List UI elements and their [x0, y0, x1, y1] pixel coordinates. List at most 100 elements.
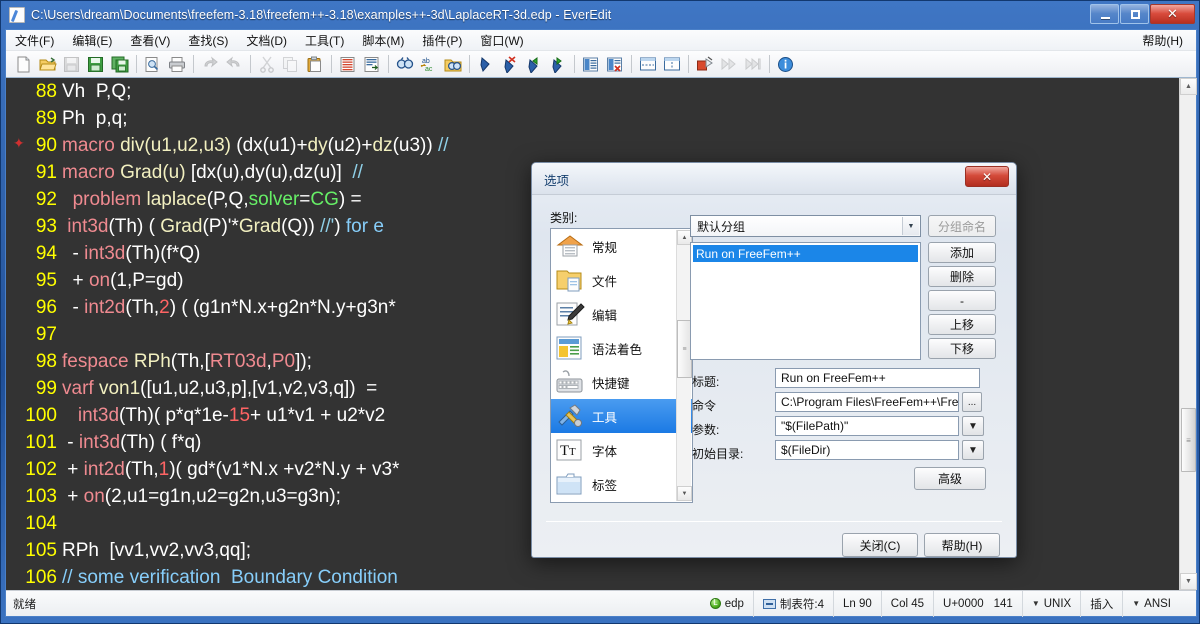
status-eol[interactable]: ▼ UNIX [1022, 591, 1080, 617]
category-item-3[interactable]: 语法着色 [551, 331, 692, 365]
print-icon[interactable] [165, 53, 188, 75]
print-preview-icon[interactable] [141, 53, 164, 75]
scrollbar-thumb[interactable]: ≡ [1181, 408, 1196, 472]
status-tabwidth[interactable]: 制表符:4 [753, 591, 833, 617]
category-list[interactable]: 常规文件编辑语法着色快捷键工具TT字体标签主题 ▲ ≡ ▼ [550, 228, 693, 503]
list-item[interactable]: Run on FreeFem++ [693, 245, 918, 262]
status-encoding[interactable]: ▼ ANSI [1122, 591, 1180, 617]
find-icon[interactable] [393, 53, 416, 75]
save-as-icon[interactable] [84, 53, 107, 75]
new-file-icon[interactable] [12, 53, 35, 75]
chevron-down-icon[interactable]: ▼ [902, 217, 919, 235]
about-info-icon[interactable] [774, 53, 797, 75]
find-in-files-icon[interactable] [441, 53, 464, 75]
dialog-close-action-button[interactable]: 关闭(C) [842, 533, 918, 557]
bookmark-next-icon[interactable] [546, 53, 569, 75]
category-item-5[interactable]: 工具 [551, 399, 692, 433]
category-item-6[interactable]: TT字体 [551, 433, 692, 467]
save-all-icon[interactable] [108, 53, 131, 75]
open-file-icon[interactable] [36, 53, 59, 75]
tool-list[interactable]: Run on FreeFem++ [690, 242, 921, 360]
code-token: int3d [79, 432, 120, 453]
delete-button[interactable]: 删除 [928, 266, 996, 287]
separator-button[interactable]: - [928, 290, 996, 311]
scroll-up-arrow-icon[interactable]: ▲ [1180, 78, 1197, 95]
group-combo[interactable]: 默认分组 ▼ [690, 215, 921, 237]
paste-icon[interactable] [303, 53, 326, 75]
code-token: + [62, 270, 89, 291]
menu-item-edit[interactable]: 编辑(E) [63, 30, 121, 51]
category-scroll-down-icon[interactable]: ▼ [677, 486, 692, 501]
menu-item-document[interactable]: 文档(D) [237, 30, 296, 51]
status-filetype[interactable]: edp [701, 591, 753, 617]
category-item-1[interactable]: 文件 [551, 263, 692, 297]
scroll-down-arrow-icon[interactable]: ▼ [1180, 573, 1197, 590]
menu-item-search[interactable]: 查找(S) [179, 30, 237, 51]
add-button[interactable]: 添加 [928, 242, 996, 263]
menu-item-macro[interactable]: 脚本(M) [353, 30, 413, 51]
toolbar-separator [631, 55, 632, 73]
category-item-2[interactable]: 编辑 [551, 297, 692, 331]
menu-item-file[interactable]: 文件(F) [6, 30, 63, 51]
chevron-down-icon: ▼ [1132, 599, 1140, 608]
menu-item-tools[interactable]: 工具(T) [296, 30, 353, 51]
command-browse-button[interactable]: ... [962, 392, 982, 412]
dialog-help-button[interactable]: 帮助(H) [924, 533, 1000, 557]
code-token: 15 [229, 405, 250, 426]
category-item-0[interactable]: 常规 [551, 229, 692, 263]
initial-dir-field[interactable]: $(FileDir) [775, 440, 959, 460]
menu-item-window[interactable]: 窗口(W) [471, 30, 532, 51]
bookmark-prev-icon[interactable] [522, 53, 545, 75]
replace-icon[interactable]: abac [417, 53, 440, 75]
word-wrap-icon[interactable] [579, 53, 602, 75]
move-up-button[interactable]: 上移 [928, 314, 996, 335]
run-all-icon[interactable] [741, 53, 764, 75]
menu-item-help[interactable]: 帮助(H) [1133, 30, 1192, 51]
toolbar-separator [769, 55, 770, 73]
list-lines-icon[interactable] [336, 53, 359, 75]
code-token: 1 [159, 459, 170, 480]
maximize-button[interactable] [1120, 4, 1149, 24]
arguments-field[interactable]: "$(FilePath)" [775, 416, 959, 436]
category-item-label: 标签 [592, 475, 617, 494]
split-vertical-icon[interactable] [660, 53, 683, 75]
initial-dir-dropdown-button[interactable]: ▼ [962, 440, 984, 460]
show-symbols-icon[interactable] [603, 53, 626, 75]
dialog-close-button[interactable]: ✕ [965, 166, 1009, 187]
run-tool-icon[interactable] [693, 53, 716, 75]
command-field[interactable]: C:\Program Files\FreeFem++\FreeFem+ [775, 392, 959, 412]
bookmark-gutter[interactable] [6, 78, 24, 590]
category-item-8[interactable]: 主题 [551, 501, 692, 503]
split-horizontal-icon[interactable] [636, 53, 659, 75]
code-token: = [299, 189, 310, 210]
close-button[interactable]: ✕ [1150, 4, 1195, 24]
undo-icon[interactable] [198, 53, 221, 75]
arguments-dropdown-button[interactable]: ▼ [962, 416, 984, 436]
redo-icon[interactable] [222, 53, 245, 75]
category-item-7[interactable]: 标签 [551, 467, 692, 501]
move-down-button[interactable]: 下移 [928, 338, 996, 359]
save-icon[interactable] [60, 53, 83, 75]
bookmark-toggle-icon[interactable] [474, 53, 497, 75]
menu-item-plugins[interactable]: 插件(P) [413, 30, 471, 51]
group-rename-button[interactable]: 分组命名 [928, 215, 996, 237]
indent-icon[interactable] [360, 53, 383, 75]
status-insert-mode[interactable]: 插入 [1080, 591, 1122, 617]
menu-item-view[interactable]: 查看(V) [121, 30, 179, 51]
code-token: - [62, 243, 84, 264]
bookmark-clear-icon[interactable] [498, 53, 521, 75]
copy-icon[interactable] [279, 53, 302, 75]
code-token: [dx(u),dy(u),dz(u)] [186, 162, 353, 183]
category-item-4[interactable]: 快捷键 [551, 365, 692, 399]
code-token: for e [346, 216, 384, 237]
category-scrollbar[interactable]: ▲ ≡ ▼ [676, 230, 691, 501]
title-field[interactable]: Run on FreeFem++ [775, 368, 980, 388]
code-token: (u3)) [393, 135, 438, 156]
run-next-icon[interactable] [717, 53, 740, 75]
minimize-button[interactable] [1090, 4, 1119, 24]
code-token: Ph p,q; [62, 108, 128, 129]
editor-vertical-scrollbar[interactable]: ▲ ≡ ▼ [1179, 78, 1196, 590]
advanced-button[interactable]: 高级 [914, 467, 986, 490]
code-token: (2,u1=g1n,u2=g2n,u3=g3n); [105, 486, 341, 507]
cut-icon[interactable] [255, 53, 278, 75]
